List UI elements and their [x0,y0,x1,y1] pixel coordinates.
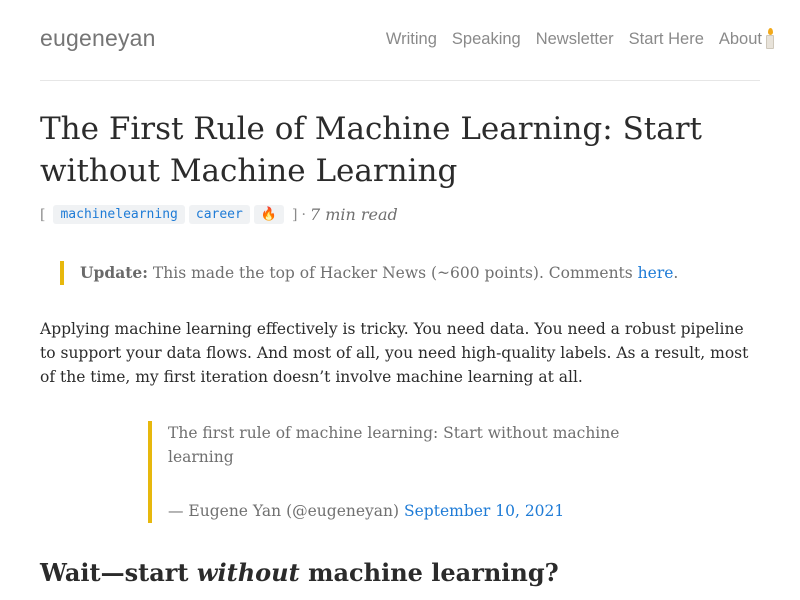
heading-em: without [196,558,300,587]
fire-icon[interactable]: 🔥 [253,205,285,224]
quote-author: — Eugene Yan (@eugeneyan) [168,502,400,520]
intro-paragraph: Applying machine learning effectively is… [40,320,749,386]
quote-text: The first rule of machine learning: Star… [168,424,620,466]
quote-date-link[interactable]: September 10, 2021 [404,502,564,520]
nav-speaking[interactable]: Speaking [452,30,521,49]
site-header: eugeneyan Writing Speaking Newsletter St… [40,0,774,81]
section-heading: Wait—start without machine learning? [40,554,559,592]
update-period: . [673,264,679,282]
meta-bracket-close: ] [292,206,298,223]
article-meta: [ machinelearning career 🔥 ] · 7 min rea… [40,205,398,224]
candle-body [766,35,774,49]
update-notice: Update: This made the top of Hacker News… [60,261,678,285]
tag-machinelearning[interactable]: machinelearning [53,205,185,224]
meta-bracket-open: [ [40,206,46,223]
candle-flame [768,28,773,35]
nav-writing[interactable]: Writing [386,30,437,49]
site-title-link[interactable]: eugeneyan [40,25,156,52]
quote-attribution: — Eugene Yan (@eugeneyan) September 10, … [168,499,648,523]
embedded-tweet-quote: The first rule of machine learning: Star… [148,421,648,523]
nav-start-here[interactable]: Start Here [629,30,704,49]
candle-icon[interactable] [764,28,776,50]
meta-separator: · [301,206,306,223]
main-nav: Writing Speaking Newsletter Start Here A… [371,28,776,50]
nav-about[interactable]: About [719,30,762,49]
nav-newsletter[interactable]: Newsletter [536,30,614,49]
heading-post: machine learning? [308,558,559,587]
read-time: 7 min read [309,205,398,224]
update-text: This made the top of Hacker News (~600 p… [152,264,633,282]
tag-career[interactable]: career [188,205,250,224]
comments-link[interactable]: here [638,264,674,282]
article-title: The First Rule of Machine Learning: Star… [40,111,703,189]
heading-pre: Wait—start [40,558,189,587]
update-label: Update: [80,263,148,282]
